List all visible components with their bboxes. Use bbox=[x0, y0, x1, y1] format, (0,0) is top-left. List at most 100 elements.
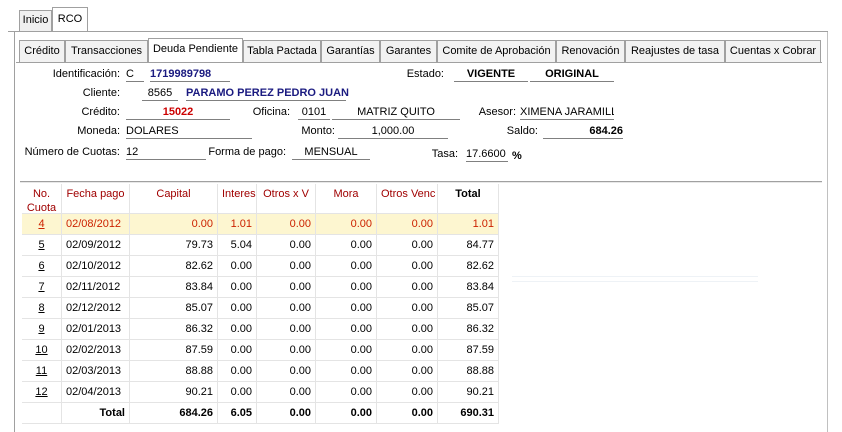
subtab-transacciones[interactable]: Transacciones bbox=[65, 40, 148, 62]
col-header-otros-xv[interactable]: Otros x V bbox=[257, 184, 316, 214]
capital-cell: 83.84 bbox=[130, 277, 218, 298]
forma-pago-field[interactable]: MENSUAL bbox=[292, 146, 370, 160]
otros-venc-cell: 0.00 bbox=[377, 382, 438, 403]
subtab-comite-aprobacion[interactable]: Comite de Aprobación bbox=[437, 40, 556, 62]
col-header-otros-venc[interactable]: Otros Venc bbox=[377, 184, 438, 214]
interes-cell: 0.00 bbox=[218, 277, 257, 298]
asesor-field[interactable]: XIMENA JARAMILLO bbox=[520, 106, 614, 120]
otros-venc-cell: 0.00 bbox=[377, 256, 438, 277]
col-header-interes[interactable]: Interes bbox=[218, 184, 257, 214]
tab-inicio[interactable]: Inicio bbox=[19, 10, 52, 31]
total-cell: 87.59 bbox=[438, 340, 499, 361]
col-header-total[interactable]: Total bbox=[438, 184, 499, 214]
moneda-field[interactable]: DOLARES bbox=[126, 125, 252, 139]
mora-cell: 0.00 bbox=[316, 319, 377, 340]
numero-cuotas-field[interactable]: 12 bbox=[126, 146, 206, 160]
oficina-label: Oficina: bbox=[252, 106, 290, 118]
subtab-garantias[interactable]: Garantías bbox=[321, 40, 380, 62]
identificacion-tipo-field[interactable]: C bbox=[126, 68, 144, 82]
monto-field[interactable]: 1,000.00 bbox=[338, 125, 448, 139]
cliente-label: Cliente: bbox=[82, 87, 120, 99]
otros-xv-cell: 0.00 bbox=[257, 298, 316, 319]
credito-label: Crédito: bbox=[81, 106, 120, 118]
capital-cell: 90.21 bbox=[130, 382, 218, 403]
mora-cell: 0.00 bbox=[316, 277, 377, 298]
cuota-number-link[interactable]: 4 bbox=[22, 214, 62, 235]
subtab-garantes[interactable]: Garantes bbox=[380, 40, 437, 62]
otros-xv-cell: 0.00 bbox=[257, 361, 316, 382]
cuota-number-link[interactable]: 9 bbox=[22, 319, 62, 340]
subtab-tabla-pactada[interactable]: Tabla Pactada bbox=[243, 40, 321, 62]
table-row[interactable]: 6 02/10/2012 82.62 0.00 0.00 0.00 0.00 82.62 bbox=[22, 256, 499, 277]
otros-xv-cell: 0.00 bbox=[257, 319, 316, 340]
interes-cell: 0.00 bbox=[218, 340, 257, 361]
mora-cell: 0.00 bbox=[316, 382, 377, 403]
table-row[interactable]: 9 02/01/2013 86.32 0.00 0.00 0.00 0.00 86.32 bbox=[22, 319, 499, 340]
mora-cell: 0.00 bbox=[316, 235, 377, 256]
cuota-number-link[interactable]: 8 bbox=[22, 298, 62, 319]
oficina-code-field[interactable]: 0101 bbox=[298, 106, 330, 120]
fecha-pago-cell: 02/10/2012 bbox=[62, 256, 130, 277]
subtab-renovacion[interactable]: Renovación bbox=[556, 40, 625, 62]
oficina-name-field[interactable]: MATRIZ QUITO bbox=[332, 106, 460, 120]
tab-rco[interactable]: RCO bbox=[52, 7, 88, 32]
table-row[interactable]: 12 02/04/2013 90.21 0.00 0.00 0.00 0.00 90.21 bbox=[22, 382, 499, 403]
subtab-credito[interactable]: Crédito bbox=[19, 40, 65, 62]
credito-field[interactable]: 15022 bbox=[126, 106, 230, 120]
subtab-reajustes-tasa[interactable]: Reajustes de tasa bbox=[625, 40, 725, 62]
cuota-number-link[interactable]: 6 bbox=[22, 256, 62, 277]
totals-otros-venc: 0.00 bbox=[377, 403, 438, 424]
otros-venc-cell: 0.00 bbox=[377, 298, 438, 319]
otros-xv-cell: 0.00 bbox=[257, 214, 316, 235]
total-cell: 90.21 bbox=[438, 382, 499, 403]
tasa-field[interactable]: 17.6600 bbox=[466, 148, 508, 162]
tasa-label: Tasa: bbox=[431, 148, 458, 160]
estado-origen-field[interactable]: ORIGINAL bbox=[530, 68, 614, 82]
fecha-pago-cell: 02/03/2013 bbox=[62, 361, 130, 382]
total-cell: 84.77 bbox=[438, 235, 499, 256]
table-row[interactable]: 11 02/03/2013 88.88 0.00 0.00 0.00 0.00 88.88 bbox=[22, 361, 499, 382]
subtab-deuda-pendiente[interactable]: Deuda Pendiente bbox=[148, 38, 243, 63]
col-header-fecha[interactable]: Fecha pago bbox=[62, 184, 130, 214]
estado-field[interactable]: VIGENTE bbox=[454, 68, 528, 82]
total-cell: 88.88 bbox=[438, 361, 499, 382]
form-table-separator bbox=[20, 181, 822, 183]
table-row[interactable]: 5 02/09/2012 79.73 5.04 0.00 0.00 0.00 84.77 bbox=[22, 235, 499, 256]
otros-venc-cell: 0.00 bbox=[377, 277, 438, 298]
total-cell: 85.07 bbox=[438, 298, 499, 319]
totals-interes: 6.05 bbox=[218, 403, 257, 424]
cuota-number-link[interactable]: 5 bbox=[22, 235, 62, 256]
mora-cell: 0.00 bbox=[316, 214, 377, 235]
table-header-row: No. Cuota Fecha pago Capital Interes Otr… bbox=[22, 184, 499, 214]
saldo-field[interactable]: 684.26 bbox=[543, 125, 623, 139]
cuota-number-link[interactable]: 7 bbox=[22, 277, 62, 298]
table-row[interactable]: 4 02/08/2012 0.00 1.01 0.00 0.00 0.00 1.01 bbox=[22, 214, 499, 235]
mora-cell: 0.00 bbox=[316, 256, 377, 277]
table-row[interactable]: 10 02/02/2013 87.59 0.00 0.00 0.00 0.00 87.59 bbox=[22, 340, 499, 361]
col-header-capital[interactable]: Capital bbox=[130, 184, 218, 214]
col-header-no[interactable]: No. Cuota bbox=[22, 184, 62, 214]
totals-capital: 684.26 bbox=[130, 403, 218, 424]
capital-cell: 79.73 bbox=[130, 235, 218, 256]
total-cell: 83.84 bbox=[438, 277, 499, 298]
mora-cell: 0.00 bbox=[316, 298, 377, 319]
identificacion-number-field[interactable]: 1719989798 bbox=[150, 68, 230, 82]
otros-xv-cell: 0.00 bbox=[257, 340, 316, 361]
col-header-no-line2: Cuota bbox=[26, 202, 57, 214]
table-row[interactable]: 8 02/12/2012 85.07 0.00 0.00 0.00 0.00 85.07 bbox=[22, 298, 499, 319]
subtab-cuentas-cobrar[interactable]: Cuentas x Cobrar bbox=[725, 40, 821, 62]
otros-venc-cell: 0.00 bbox=[377, 340, 438, 361]
interes-cell: 0.00 bbox=[218, 298, 257, 319]
cuota-number-link[interactable]: 12 bbox=[22, 382, 62, 403]
fecha-pago-cell: 02/09/2012 bbox=[62, 235, 130, 256]
fecha-pago-cell: 02/08/2012 bbox=[62, 214, 130, 235]
capital-cell: 85.07 bbox=[130, 298, 218, 319]
col-header-mora[interactable]: Mora bbox=[316, 184, 377, 214]
table-row[interactable]: 7 02/11/2012 83.84 0.00 0.00 0.00 0.00 83.84 bbox=[22, 277, 499, 298]
interes-cell: 1.01 bbox=[218, 214, 257, 235]
totals-no-cell bbox=[22, 403, 62, 424]
cliente-name-field[interactable]: PARAMO PEREZ PEDRO JUAN bbox=[186, 87, 349, 101]
cliente-code-field[interactable]: 8565 bbox=[142, 87, 178, 101]
cuota-number-link[interactable]: 10 bbox=[22, 340, 62, 361]
cuota-number-link[interactable]: 11 bbox=[22, 361, 62, 382]
